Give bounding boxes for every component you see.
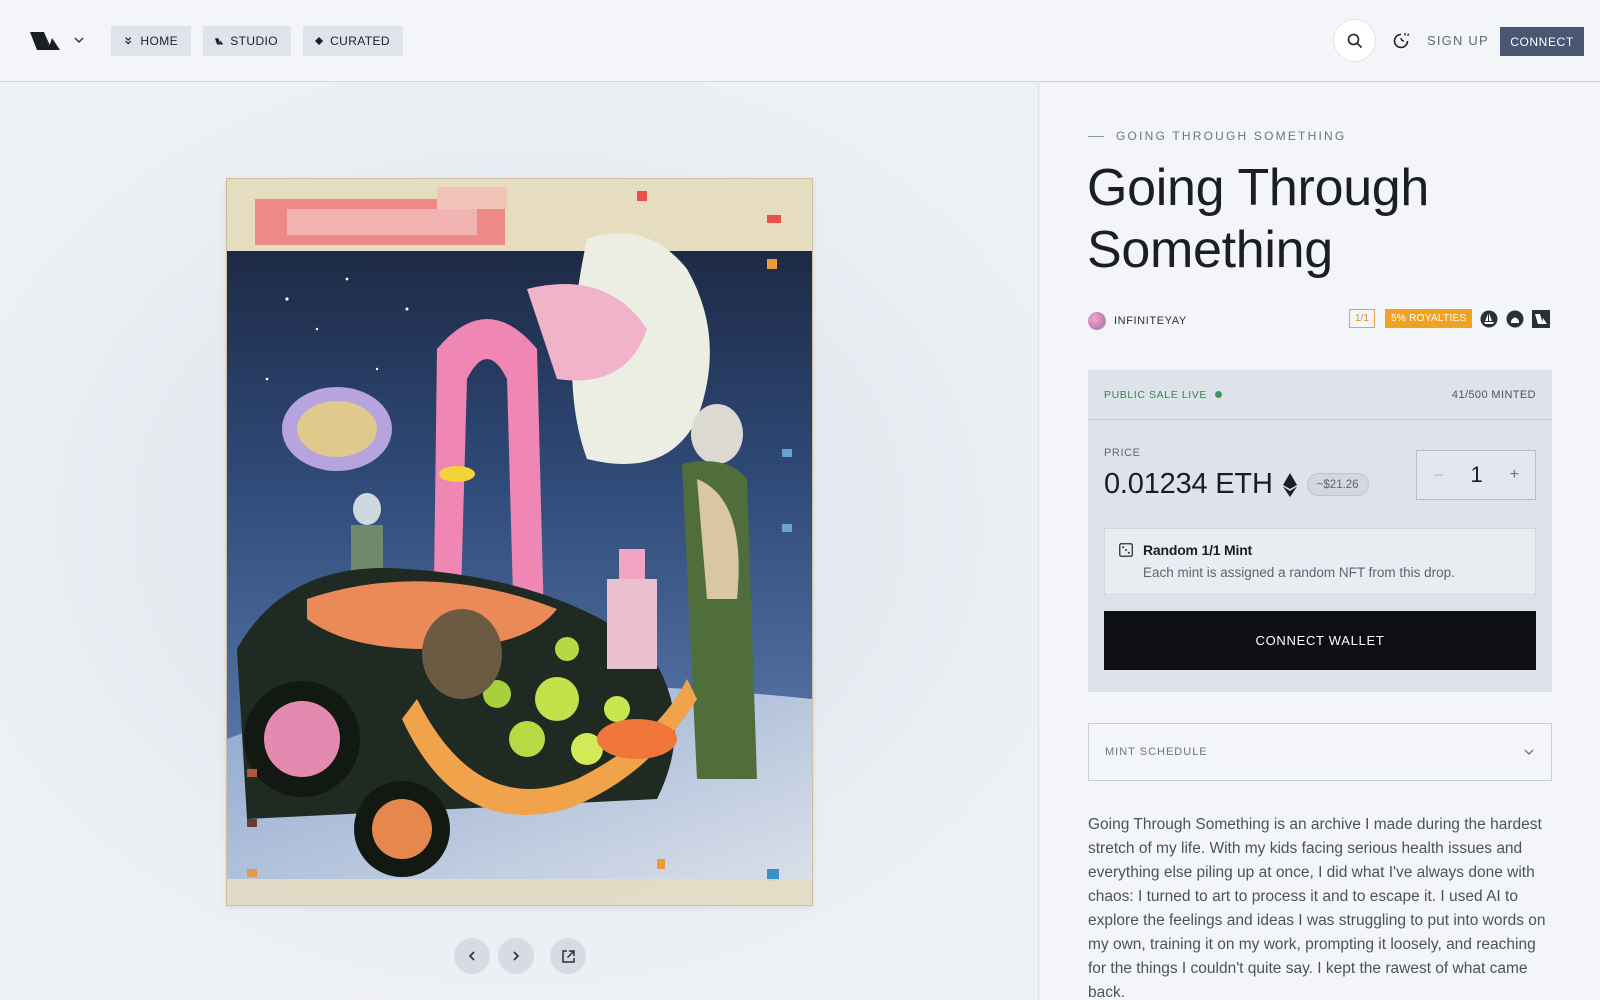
- nav-curated-button[interactable]: CURATED: [303, 26, 403, 56]
- mint-header: PUBLIC SALE LIVE 41/500 MINTED: [1088, 370, 1552, 420]
- decrease-quantity-button[interactable]: −: [1433, 465, 1444, 486]
- quantity-value[interactable]: 1: [1470, 462, 1482, 488]
- collection-panel: GOING THROUGH SOMETHING Going Through So…: [1040, 83, 1600, 1000]
- increase-quantity-button[interactable]: +: [1510, 466, 1519, 484]
- site-icon[interactable]: [1532, 310, 1550, 328]
- artwork-image[interactable]: [226, 178, 813, 906]
- avatar: [1088, 312, 1106, 330]
- price-label: PRICE: [1104, 447, 1141, 459]
- creator-link[interactable]: INFINITEYAY: [1088, 312, 1187, 330]
- collection-eyebrow: GOING THROUGH SOMETHING: [1088, 129, 1346, 143]
- search-icon: [1347, 33, 1362, 48]
- diamond-icon: [315, 36, 324, 46]
- minted-count: 41/500 MINTED: [1451, 388, 1536, 401]
- nav-home-label: HOME: [140, 34, 178, 48]
- random-mint-card: Random 1/1 Mint Each mint is assigned a …: [1104, 528, 1536, 595]
- connect-wallet-button[interactable]: CONNECT WALLET: [1104, 611, 1536, 670]
- royalties-badge: 5% ROYALTIES: [1385, 309, 1473, 328]
- theme-toggle-icon: [1393, 33, 1410, 49]
- search-button[interactable]: [1333, 19, 1376, 62]
- eyebrow-dash: [1088, 135, 1104, 137]
- eyebrow-text: GOING THROUGH SOMETHING: [1116, 129, 1347, 143]
- sign-up-link[interactable]: SIGN UP: [1427, 33, 1489, 48]
- mint-schedule-accordion[interactable]: MINT SCHEDULE: [1088, 723, 1552, 781]
- price-row: 0.01234 ETH ~$21.26: [1104, 468, 1369, 501]
- chevron-left-icon: [468, 951, 475, 961]
- top-bar: HOME STUDIO CURATED SIGN UP CONNECT: [0, 0, 1600, 82]
- mint-schedule-label: MINT SCHEDULE: [1105, 746, 1208, 758]
- edition-badge: 1/1: [1349, 309, 1375, 328]
- ethereum-icon: [1282, 472, 1297, 497]
- nav-studio-label: STUDIO: [230, 34, 278, 48]
- theme-toggle-button[interactable]: [1390, 30, 1412, 52]
- creator-name: INFINITEYAY: [1114, 315, 1187, 327]
- artwork-stage: [0, 83, 1039, 1000]
- quantity-stepper: − 1 +: [1416, 450, 1536, 500]
- sale-status-text: PUBLIC SALE LIVE: [1104, 388, 1207, 401]
- mint-box: PUBLIC SALE LIVE 41/500 MINTED PRICE 0.0…: [1088, 370, 1552, 692]
- price-value: 0.01234 ETH: [1104, 468, 1273, 500]
- next-button[interactable]: [498, 938, 534, 974]
- connect-button[interactable]: CONNECT: [1500, 27, 1584, 56]
- chevron-right-icon: [513, 951, 520, 961]
- previous-button[interactable]: [454, 938, 490, 974]
- sale-status: PUBLIC SALE LIVE: [1104, 389, 1222, 401]
- usd-estimate: ~$21.26: [1306, 473, 1369, 496]
- dice-icon: [1119, 543, 1133, 557]
- rarible-icon[interactable]: [1506, 310, 1524, 328]
- double-chevron-down-icon: [125, 37, 132, 45]
- studio-icon: [215, 38, 224, 45]
- collection-title: Going Through Something: [1087, 159, 1430, 279]
- random-mint-description: Each mint is assigned a random NFT from …: [1143, 565, 1455, 580]
- brand-logo-icon[interactable]: [30, 30, 64, 52]
- random-mint-title: Random 1/1 Mint: [1143, 542, 1253, 558]
- external-link-icon: [561, 949, 575, 963]
- collection-description: Going Through Something is an archive I …: [1088, 816, 1546, 1000]
- nav-curated-label: CURATED: [330, 34, 390, 48]
- live-indicator: [1214, 391, 1222, 398]
- nav-studio-button[interactable]: STUDIO: [203, 26, 291, 56]
- chevron-down-icon: [1524, 749, 1534, 755]
- open-external-button[interactable]: [550, 938, 586, 974]
- chevron-down-icon[interactable]: [73, 32, 85, 43]
- nav-home-button[interactable]: HOME: [111, 26, 191, 56]
- opensea-icon[interactable]: [1480, 310, 1498, 328]
